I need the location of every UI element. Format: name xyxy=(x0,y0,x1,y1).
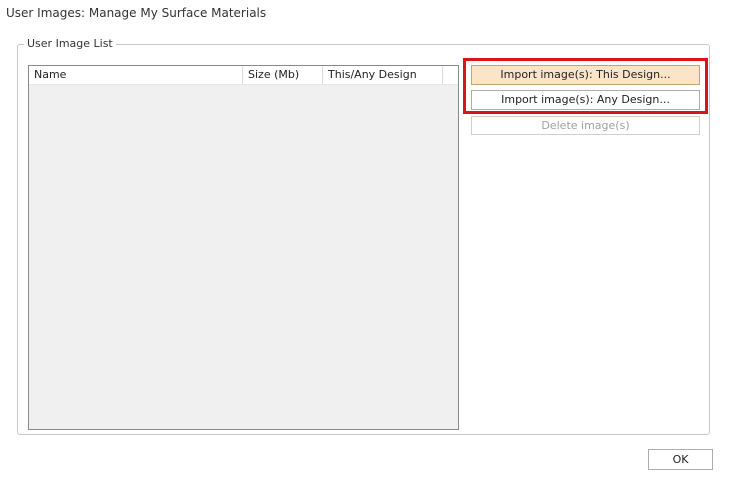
import-any-design-button[interactable]: Import image(s): Any Design... xyxy=(471,90,700,110)
column-header-name[interactable]: Name xyxy=(29,66,243,84)
column-header-design-scope[interactable]: This/Any Design xyxy=(323,66,443,84)
column-header-blank xyxy=(443,66,458,84)
dialog-title: User Images: Manage My Surface Materials xyxy=(6,6,267,20)
user-images-dialog: User Images: Manage My Surface Materials… xyxy=(0,0,729,477)
delete-images-button[interactable]: Delete image(s) xyxy=(471,116,700,135)
group-label: User Image List xyxy=(24,37,116,50)
list-header: Name Size (Mb) This/Any Design xyxy=(29,66,458,85)
user-image-listview[interactable]: Name Size (Mb) This/Any Design xyxy=(28,65,459,430)
import-this-design-button[interactable]: Import image(s): This Design... xyxy=(471,65,700,85)
column-header-size[interactable]: Size (Mb) xyxy=(243,66,323,84)
ok-button[interactable]: OK xyxy=(648,449,713,470)
